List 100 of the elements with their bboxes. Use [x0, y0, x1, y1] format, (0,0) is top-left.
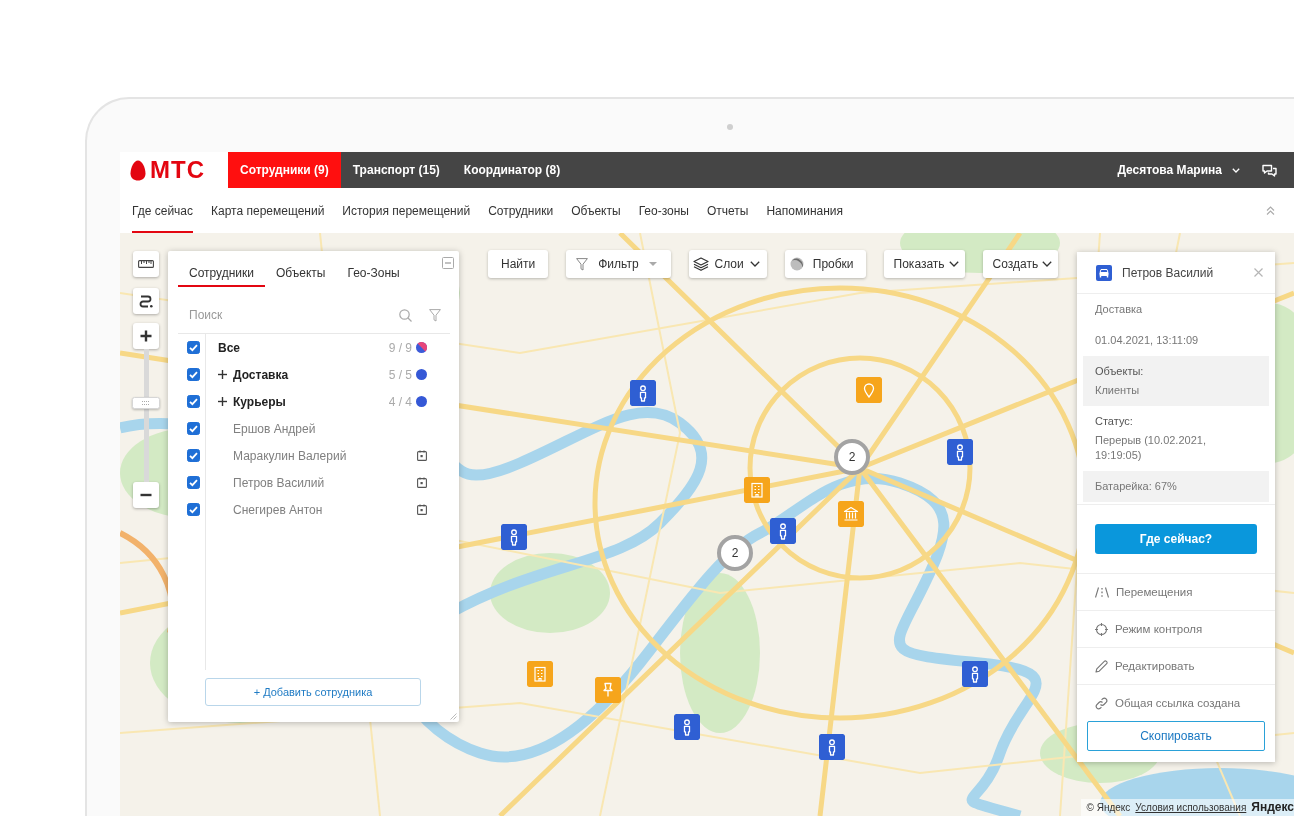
nav-tab[interactable]: История перемещений [342, 188, 471, 233]
toolbar-button[interactable]: Фильтр [566, 250, 671, 278]
chevron-down-icon [1232, 167, 1240, 173]
logo-text: МТС [150, 157, 205, 183]
nav-tab[interactable]: Гео-зоны [638, 188, 689, 233]
nav-tab[interactable]: Отчеты [706, 188, 749, 233]
crosshair-icon [1095, 622, 1108, 636]
nav-tab[interactable]: Карта перемещений [211, 188, 325, 233]
checkbox[interactable] [187, 341, 200, 354]
calendar-icon[interactable] [417, 450, 427, 461]
person-marker-icon[interactable] [501, 524, 527, 550]
tree-label: Ершов Андрей [233, 421, 316, 436]
calendar-icon[interactable] [417, 504, 427, 515]
field-value: Доставка [1095, 302, 1144, 317]
action-item[interactable]: Редактировать [1077, 647, 1275, 684]
header-tab[interactable]: Сотрудники (9) [228, 152, 341, 188]
toolbar-button[interactable]: Показать [883, 250, 965, 278]
toolbar-button[interactable]: Создать [982, 250, 1059, 278]
camera-dot-icon [727, 124, 733, 130]
checkbox[interactable] [187, 449, 200, 462]
details-title: Петров Василий [1122, 265, 1214, 280]
person-marker-icon[interactable] [770, 518, 796, 544]
expand-icon[interactable] [218, 370, 227, 379]
tree-label: Снегирев Антон [233, 502, 323, 517]
tree-label: Петров Василий [233, 475, 325, 490]
zoom-out-button[interactable] [133, 482, 159, 508]
caret-down-icon [648, 262, 657, 266]
calendar-icon[interactable] [417, 477, 427, 488]
checkbox[interactable] [187, 422, 200, 435]
search-field[interactable]: Поиск [189, 308, 382, 322]
person-marker-icon[interactable] [819, 734, 845, 760]
chat-icon[interactable] [1262, 163, 1277, 177]
field-label: Статус: [1095, 414, 1134, 429]
action-item[interactable]: Режим контроля [1077, 610, 1275, 647]
chevron-down-icon [1042, 261, 1053, 267]
header-tab[interactable]: Транспорт (15) [340, 152, 452, 188]
person-marker-icon[interactable] [674, 714, 700, 740]
checkbox[interactable] [187, 368, 200, 381]
road-icon [1095, 586, 1109, 598]
zoom-slider-handle[interactable] [132, 397, 160, 410]
field-value: Клиенты [1095, 383, 1141, 398]
expand-icon[interactable] [218, 397, 227, 406]
pencil-icon [1095, 659, 1108, 673]
nav-tab[interactable]: Напоминания [766, 188, 844, 233]
action-item[interactable]: Перемещения [1077, 573, 1275, 610]
split-dot-icon [416, 342, 427, 353]
tree-label: Доставка [233, 367, 289, 382]
toolbar-button[interactable]: Пробки [784, 250, 866, 278]
building-marker-icon[interactable] [527, 661, 553, 687]
field-value: 01.04.2021, 13:11:09 [1095, 333, 1200, 348]
traffic-icon [789, 257, 804, 271]
count-label: 4 / 4 [388, 394, 412, 409]
link-icon [1095, 696, 1108, 710]
field-value: Батарейка: 67% [1095, 479, 1178, 494]
panel-tab[interactable]: Сотрудники [178, 261, 265, 287]
tree-label: Маракулин Валерий [233, 448, 347, 463]
route-button[interactable] [133, 288, 159, 314]
minus-icon [140, 493, 152, 497]
plus-icon [140, 330, 152, 342]
pushpin-marker-icon[interactable] [595, 677, 621, 703]
route-icon [139, 294, 153, 308]
copy-button[interactable]: Скопировать [1087, 721, 1265, 751]
nav-tab[interactable]: Объекты [571, 188, 621, 233]
copyright-text: © Яндекс [1086, 801, 1131, 813]
field-label: Объекты: [1095, 364, 1145, 379]
logo-icon [130, 159, 146, 181]
count-label: 5 / 5 [388, 367, 412, 382]
toolbar-button[interactable]: Найти [488, 250, 549, 278]
chevron-down-icon [948, 261, 959, 267]
terms-link[interactable]: Условия использования [1135, 801, 1247, 813]
checkbox[interactable] [187, 503, 200, 516]
field-value: Перерыв (10.02.2021, 19:19:05) [1095, 433, 1207, 463]
checkbox[interactable] [187, 395, 200, 408]
tree-label: Курьеры [233, 394, 286, 409]
user-menu[interactable]: Десятова Марина [1117, 152, 1240, 188]
chevron-down-icon [749, 261, 760, 267]
checkbox[interactable] [187, 476, 200, 489]
filter-icon [576, 257, 589, 271]
toolbar-button[interactable]: Слои [688, 250, 767, 278]
ruler-button[interactable] [133, 251, 159, 277]
action-item[interactable]: Общая ссылка создана [1077, 684, 1275, 721]
panel-tab[interactable]: Объекты [265, 261, 337, 287]
header-tab[interactable]: Координатор (8) [451, 152, 573, 188]
person-marker-icon[interactable] [630, 380, 656, 406]
building-marker-icon[interactable] [744, 477, 770, 503]
ruler-icon [138, 260, 154, 268]
layers-icon [692, 257, 709, 271]
person-marker-icon[interactable] [962, 661, 988, 687]
count-label: 9 / 9 [388, 340, 412, 355]
museum-marker-icon[interactable] [838, 501, 864, 527]
add-employee-button[interactable]: + Добавить сотрудника [205, 678, 421, 706]
pin-marker-icon[interactable] [856, 377, 882, 403]
nav-tab[interactable]: Сотрудники [488, 188, 554, 233]
person-marker-icon[interactable] [947, 439, 973, 465]
car-icon [1096, 264, 1112, 281]
panel-tab[interactable]: Гео-Зоны [336, 261, 411, 287]
map-provider-logo: Яндекс [1251, 800, 1294, 814]
resize-grip-icon[interactable] [449, 712, 457, 720]
zoom-in-button[interactable] [133, 323, 159, 349]
tree-label: Все [218, 340, 240, 355]
